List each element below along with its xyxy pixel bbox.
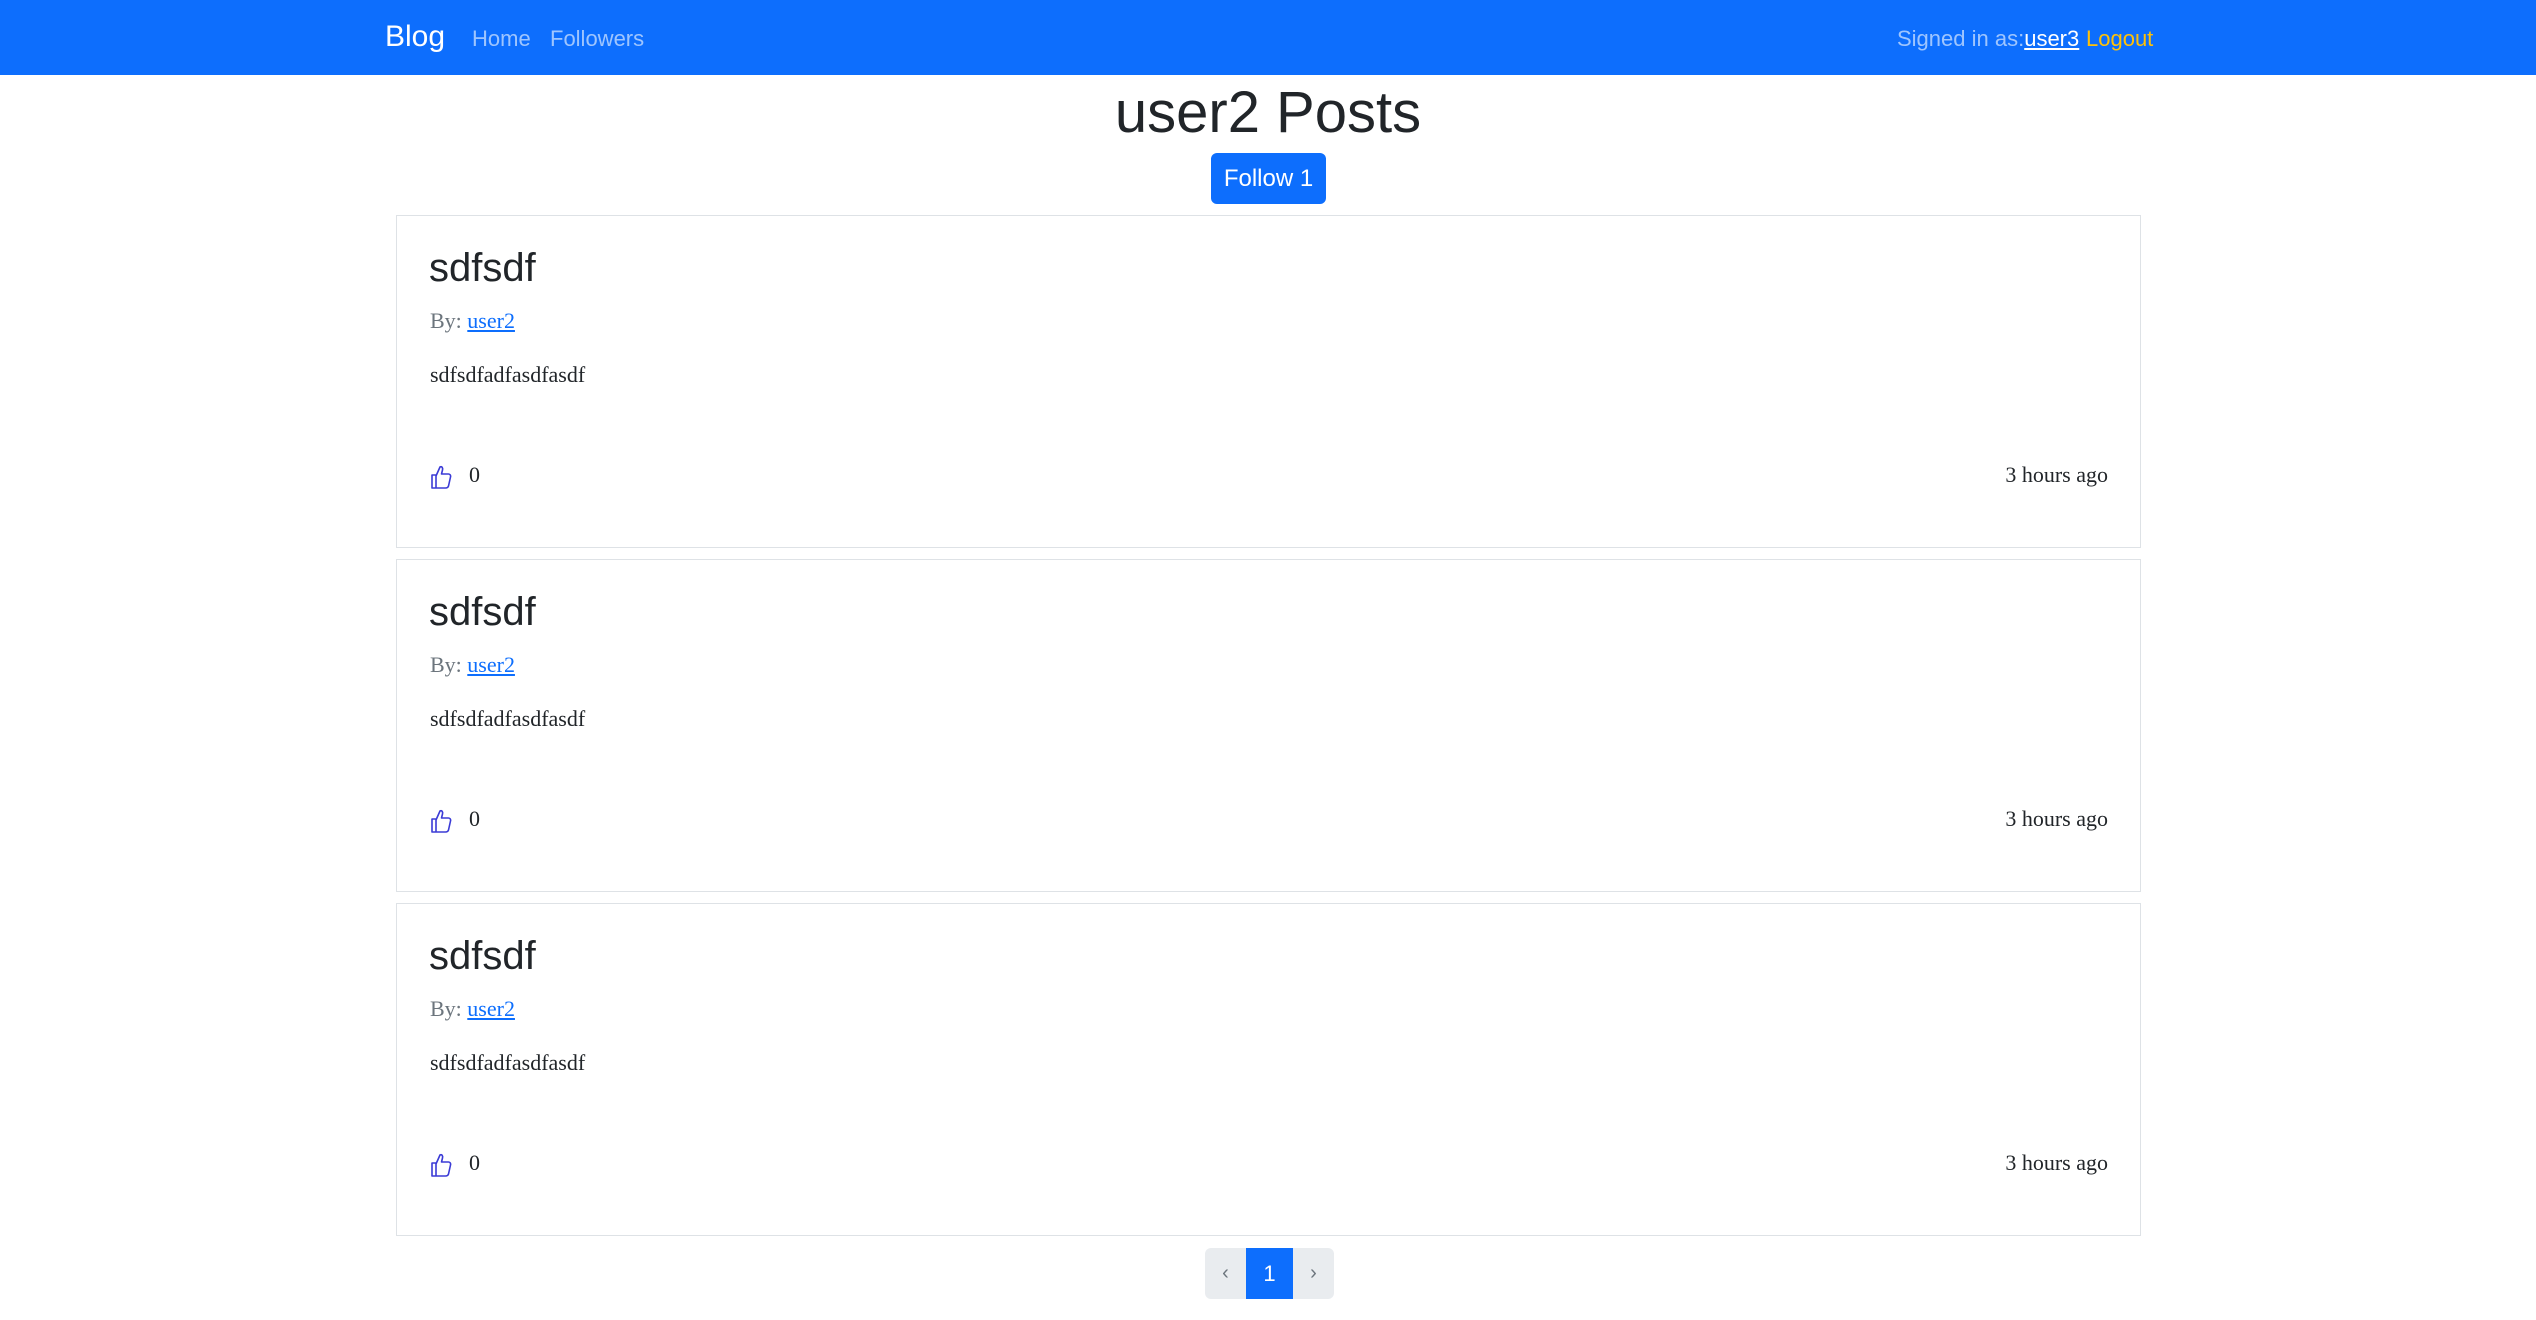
pagination-page-1[interactable]: 1 [1246, 1248, 1293, 1299]
logout-link[interactable]: Logout [2086, 26, 2153, 52]
post-timestamp: 3 hours ago [2005, 1150, 2108, 1175]
post-author-line: By: user2 [430, 308, 515, 334]
post-author-link[interactable]: user2 [467, 308, 515, 333]
nav-followers-link[interactable]: Followers [550, 26, 644, 52]
navbar: Blog Home Followers Signed in as:user3 L… [0, 0, 2536, 75]
signed-in-status: Signed in as:user3 [1897, 26, 2079, 52]
post-author-label: By: [430, 308, 468, 333]
post-author-line: By: user2 [430, 996, 515, 1022]
post-timestamp: 3 hours ago [2005, 462, 2108, 487]
post-card: sdfsdf By: user2 sdfsdfadfasdfasdf 0 3 h… [396, 903, 2141, 1236]
post-card: sdfsdf By: user2 sdfsdfadfasdfasdf 0 3 h… [396, 559, 2141, 892]
post-card: sdfsdf By: user2 sdfsdfadfasdfasdf 0 3 h… [396, 215, 2141, 548]
like-count: 0 [469, 462, 480, 487]
brand-link[interactable]: Blog [385, 20, 445, 54]
post-author-link[interactable]: user2 [467, 996, 515, 1021]
post-author-line: By: user2 [430, 652, 515, 678]
post-author-label: By: [430, 996, 468, 1021]
follow-button[interactable]: Follow 1 [1211, 153, 1326, 204]
thumbs-up-icon[interactable] [429, 808, 453, 834]
post-title: sdfsdf [429, 590, 536, 634]
thumbs-up-icon[interactable] [429, 464, 453, 490]
pagination: ‹ 1 › [1205, 1248, 1334, 1299]
post-title: sdfsdf [429, 246, 536, 290]
post-body: sdfsdfadfasdfasdf [430, 1050, 586, 1075]
signed-in-user-link[interactable]: user3 [2024, 26, 2079, 51]
page-title: user2 Posts [1114, 80, 1422, 145]
post-body: sdfsdfadfasdfasdf [430, 706, 586, 731]
like-count: 0 [469, 806, 480, 831]
like-count: 0 [469, 1150, 480, 1175]
pagination-prev-button[interactable]: ‹ [1205, 1248, 1246, 1299]
post-author-label: By: [430, 652, 468, 677]
post-title: sdfsdf [429, 934, 536, 978]
post-author-link[interactable]: user2 [467, 652, 515, 677]
pagination-next-button[interactable]: › [1293, 1248, 1334, 1299]
nav-home-link[interactable]: Home [472, 26, 531, 52]
thumbs-up-icon[interactable] [429, 1152, 453, 1178]
post-timestamp: 3 hours ago [2005, 806, 2108, 831]
signed-in-label: Signed in as: [1897, 26, 2025, 51]
post-body: sdfsdfadfasdfasdf [430, 362, 586, 387]
